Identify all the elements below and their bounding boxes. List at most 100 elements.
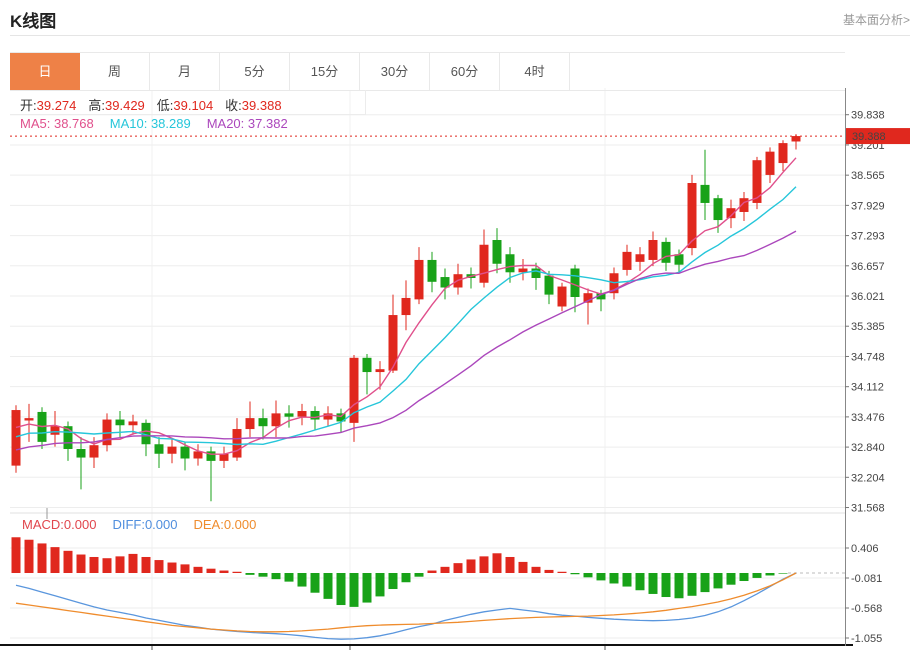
ma10-value: MA10: 38.289: [110, 116, 191, 131]
candle-body: [792, 136, 801, 141]
tab-日[interactable]: 日: [10, 53, 80, 90]
panel-borders: [0, 88, 853, 650]
macd-bar: [129, 554, 138, 573]
macd-bar: [662, 573, 671, 597]
macd-bar: [298, 573, 307, 587]
macd-bar: [77, 555, 86, 573]
candle-body: [77, 449, 86, 458]
macd-bar: [389, 573, 398, 589]
close-label: 收:: [225, 98, 242, 113]
candle-body: [259, 418, 268, 426]
period-tab-bar: 日周月5分15分30分60分4时: [10, 52, 845, 91]
macd-bar: [636, 573, 645, 590]
macd-bar: [467, 559, 476, 573]
open-value: 39.274: [37, 98, 77, 113]
tab-周[interactable]: 周: [80, 53, 150, 90]
macd-bar: [493, 553, 502, 573]
tab-4时[interactable]: 4时: [500, 53, 570, 90]
open-label: 开:: [20, 98, 37, 113]
candle-body: [194, 451, 203, 458]
main-axis-label: 36.657: [851, 261, 885, 273]
y-axis-labels: 39.83839.20138.56537.92937.29336.65736.0…: [845, 110, 885, 645]
fundamental-analysis-link[interactable]: 基本面分析>: [843, 11, 910, 28]
tab-5分[interactable]: 5分: [220, 53, 290, 90]
candle-body: [311, 411, 320, 420]
macd-bar: [220, 571, 229, 573]
candle-body: [493, 240, 502, 264]
macd-bar: [207, 569, 216, 573]
macd-bar: [233, 572, 242, 573]
candle-body: [168, 447, 177, 454]
last-price-tag-text: 39.388: [852, 131, 886, 143]
main-axis-label: 39.838: [851, 110, 885, 122]
main-axis-label: 37.929: [851, 200, 885, 212]
macd-bar: [441, 567, 450, 573]
macd-bar: [766, 573, 775, 575]
main-axis-label: 36.021: [851, 291, 885, 303]
macd-bar: [90, 557, 99, 573]
ma20-value: MA20: 37.382: [207, 116, 288, 131]
macd-bar: [311, 573, 320, 593]
macd-bar: [155, 560, 164, 573]
macd-bar: [584, 573, 593, 577]
main-axis-label: 37.293: [851, 231, 885, 243]
macd-bar: [558, 572, 567, 573]
main-axis-label: 32.840: [851, 442, 885, 454]
macd-bar: [337, 573, 346, 605]
candle-body: [480, 245, 489, 283]
macd-bar: [142, 557, 151, 573]
macd-bar: [454, 563, 463, 573]
candle-body: [415, 260, 424, 299]
macd-bar: [324, 573, 333, 599]
candle-body: [506, 254, 515, 272]
main-axis-label: 34.112: [851, 382, 884, 394]
macd-value: MACD:0.000: [22, 517, 96, 532]
macd-bar: [402, 573, 411, 582]
tab-月[interactable]: 月: [150, 53, 220, 90]
high-value: 39.429: [105, 98, 145, 113]
macd-bar: [545, 570, 554, 573]
macd-bar: [610, 573, 619, 583]
macd-bar: [753, 573, 762, 578]
candle-body: [116, 420, 125, 426]
macd-axis-label: -0.568: [851, 603, 882, 615]
tab-60分[interactable]: 60分: [430, 53, 500, 90]
main-axis-label: 35.385: [851, 321, 885, 333]
macd-bar: [103, 558, 112, 573]
dea-value: DEA:0.000: [193, 517, 256, 532]
candles-layer: [12, 134, 801, 501]
macd-bar: [51, 547, 60, 573]
macd-bar: [64, 551, 73, 573]
low-value: 39.104: [173, 98, 213, 113]
macd-bar: [25, 540, 34, 573]
last-price-tag: 39.388: [846, 128, 910, 144]
candle-body: [753, 160, 762, 203]
macd-bar: [350, 573, 359, 607]
candle-body: [623, 252, 632, 270]
candle-body: [298, 411, 307, 417]
macd-axis-label: -1.055: [851, 633, 882, 645]
macd-bar: [259, 573, 268, 577]
macd-bar: [246, 573, 255, 575]
main-axis-label: 38.565: [851, 170, 885, 182]
candle-body: [181, 447, 190, 459]
macd-bar: [480, 556, 489, 573]
macd-bar: [272, 573, 281, 579]
candle-body: [779, 143, 788, 163]
tab-30分[interactable]: 30分: [360, 53, 430, 90]
macd-bar: [285, 573, 294, 582]
candle-body: [714, 198, 723, 220]
candle-body: [766, 152, 775, 175]
candle-body: [363, 358, 372, 372]
title-separator: [10, 35, 910, 36]
tab-15分[interactable]: 15分: [290, 53, 360, 90]
candle-body: [532, 269, 541, 279]
candle-body: [701, 185, 710, 203]
candle-body: [12, 410, 21, 466]
macd-bar: [779, 573, 788, 574]
candle-body: [155, 444, 164, 454]
macd-bar: [649, 573, 658, 594]
macd-bar: [506, 557, 515, 573]
close-value: 39.388: [242, 98, 282, 113]
high-label: 高:: [88, 98, 105, 113]
